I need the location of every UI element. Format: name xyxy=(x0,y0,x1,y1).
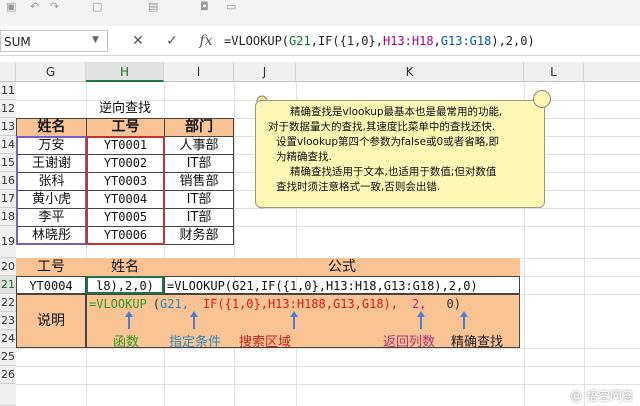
camera-icon[interactable]: ◘ xyxy=(200,0,209,13)
row-header-20[interactable]: 20 xyxy=(0,258,16,276)
row-header-15[interactable]: 15 xyxy=(0,154,16,172)
row-header-24[interactable]: 24 xyxy=(0,330,16,348)
arrow-condition xyxy=(193,317,195,329)
range-highlight-h13-h18 xyxy=(86,136,165,245)
watermark: @ 悟空问答 xyxy=(570,389,634,403)
arrow-function xyxy=(128,317,130,329)
lookup-header-id: 工号 xyxy=(16,258,86,276)
legend-function: 函数 xyxy=(113,335,140,350)
legend-range: 搜索区域 xyxy=(239,335,292,350)
row-header-21[interactable]: 21 xyxy=(0,276,16,294)
arrow-range-head xyxy=(290,311,298,317)
grid-line xyxy=(16,348,640,349)
row-header-23[interactable]: 23 xyxy=(0,312,16,330)
comment-line: 查找时须注意格式一致,否则会出错. xyxy=(276,181,441,193)
chevron-down-icon[interactable]: ▼ xyxy=(92,35,99,45)
column-header-i[interactable]: I xyxy=(164,62,234,82)
comment-line: 精确查找是vlookup最基本也是最常用的功能, xyxy=(290,106,503,118)
explanation-label: 说明 xyxy=(37,313,65,329)
grid-line xyxy=(584,82,585,406)
grid-line xyxy=(234,82,235,406)
header-name: 姓名 xyxy=(16,118,87,137)
comment-note[interactable]: 精确查找是vlookup最基本也是最常用的功能, 对于数据量大的查找,其速度比菜… xyxy=(255,100,545,208)
range-highlight-g13-g18 xyxy=(16,136,87,245)
explanation-area: =VLOOKUP (G21, IF({1,0},H13:H188,G13,G18),… xyxy=(86,294,520,350)
table-title: 逆向查找 xyxy=(98,101,151,116)
insert-function-button[interactable]: fx xyxy=(194,30,218,52)
column-header-k[interactable]: K xyxy=(296,62,524,82)
comment-line: 精确查找适用于文本,也适用于数值;但对数值 xyxy=(290,166,497,178)
cancel-button[interactable]: ✕ xyxy=(126,30,150,52)
comment-line: 设置vlookup第四个参数为false或0或者省略,即 xyxy=(276,136,500,148)
snapshot-icon[interactable]: ▭ xyxy=(226,0,236,13)
comment-line: 为精确查找. xyxy=(276,151,332,163)
part-paren: ( xyxy=(152,297,161,311)
row-header-18[interactable]: 18 xyxy=(0,208,16,226)
cell-dept[interactable]: 人事部 xyxy=(164,136,234,155)
part-function: =VLOOKUP xyxy=(89,297,147,311)
select-all-corner[interactable] xyxy=(0,62,16,82)
lookup-header-formula: 公式 xyxy=(164,258,520,276)
part-condition: G21, xyxy=(160,297,189,311)
row-header-13[interactable]: 13 xyxy=(0,118,16,136)
arrow-range xyxy=(293,317,295,329)
formula-input[interactable]: =VLOOKUP(G21,IF({1,0},H13:H18,G13:G18),2… xyxy=(224,26,535,56)
legend-column: 返回列数 xyxy=(383,335,436,350)
row-header-11[interactable]: 11 xyxy=(0,82,16,100)
comment-corner-curl xyxy=(533,90,551,108)
arrow-exact xyxy=(463,317,465,329)
format-painter-icon[interactable]: ▤ xyxy=(148,0,158,13)
row-header-27[interactable] xyxy=(0,384,16,406)
row-header-19[interactable]: 19 xyxy=(0,226,16,258)
confirm-button[interactable]: ✓ xyxy=(160,30,184,52)
column-header-m[interactable] xyxy=(584,62,640,82)
save-icon[interactable]: ▣ xyxy=(6,0,16,13)
formula-bar: SUM ▼ ✕ ✓ fx =VLOOKUP(G21,IF({1,0},H13:H… xyxy=(0,26,640,56)
arrow-exact-head xyxy=(460,311,468,317)
cell-dept[interactable]: IT部 xyxy=(164,154,234,173)
grid-line xyxy=(16,366,640,367)
cell-dept[interactable]: 财务部 xyxy=(164,226,234,245)
column-header-l[interactable]: L xyxy=(524,62,584,82)
row-header-14[interactable]: 14 xyxy=(0,136,16,154)
lookup-input-cell[interactable]: YT0004 xyxy=(16,276,86,294)
arrow-function-head xyxy=(125,311,133,317)
row-header-16[interactable]: 16 xyxy=(0,172,16,190)
part-column: 2, xyxy=(412,297,427,311)
undo-icon[interactable]: ↶ xyxy=(30,0,39,13)
legend-exact: 精确查找 xyxy=(451,335,504,350)
column-header-h[interactable]: H xyxy=(86,62,164,82)
print-preview-icon[interactable]: ▢ xyxy=(92,0,102,13)
header-id: 工号 xyxy=(86,118,165,137)
part-exact: 0) xyxy=(446,297,461,311)
row-header-22[interactable]: 22 xyxy=(0,294,16,312)
arrow-column-head xyxy=(417,311,425,317)
part-range: IF({1,0},H13:H188,G13,G18), xyxy=(202,297,399,311)
column-header-g[interactable]: G xyxy=(16,62,86,82)
cell-dept[interactable]: IT部 xyxy=(164,190,234,209)
lookup-header-name: 姓名 xyxy=(86,258,164,276)
column-header-j[interactable]: J xyxy=(234,62,296,82)
grid-line xyxy=(16,384,640,385)
arrow-condition-head xyxy=(190,311,198,317)
formula-text-cell[interactable]: =VLOOKUP(G21,IF({1,0},H13:H18,G13:G18),2… xyxy=(164,276,520,294)
cell-dept[interactable]: IT部 xyxy=(164,208,234,227)
arrow-column xyxy=(420,317,422,329)
row-header-12[interactable]: 12 xyxy=(0,100,16,118)
legend-condition: 指定条件 xyxy=(169,335,222,350)
row-header-17[interactable]: 17 xyxy=(0,190,16,208)
row-header-25[interactable]: 25 xyxy=(0,348,16,366)
redo-icon[interactable]: ↷ xyxy=(50,0,59,13)
header-dept: 部门 xyxy=(164,118,234,137)
row-header-26[interactable]: 26 xyxy=(0,366,16,384)
quick-access-toolbar: ▣ ↶ ↷ ▢ ▤ ◘ ▭ xyxy=(0,0,640,26)
active-cell-h21[interactable]: l8),2,0) xyxy=(86,276,164,294)
explanation-label-cell: 说明 xyxy=(16,294,86,348)
cell-dept[interactable]: 销售部 xyxy=(164,172,234,191)
comment-line: 对于数据量大的查找,其速度比菜单中的查找还快. xyxy=(268,121,496,133)
